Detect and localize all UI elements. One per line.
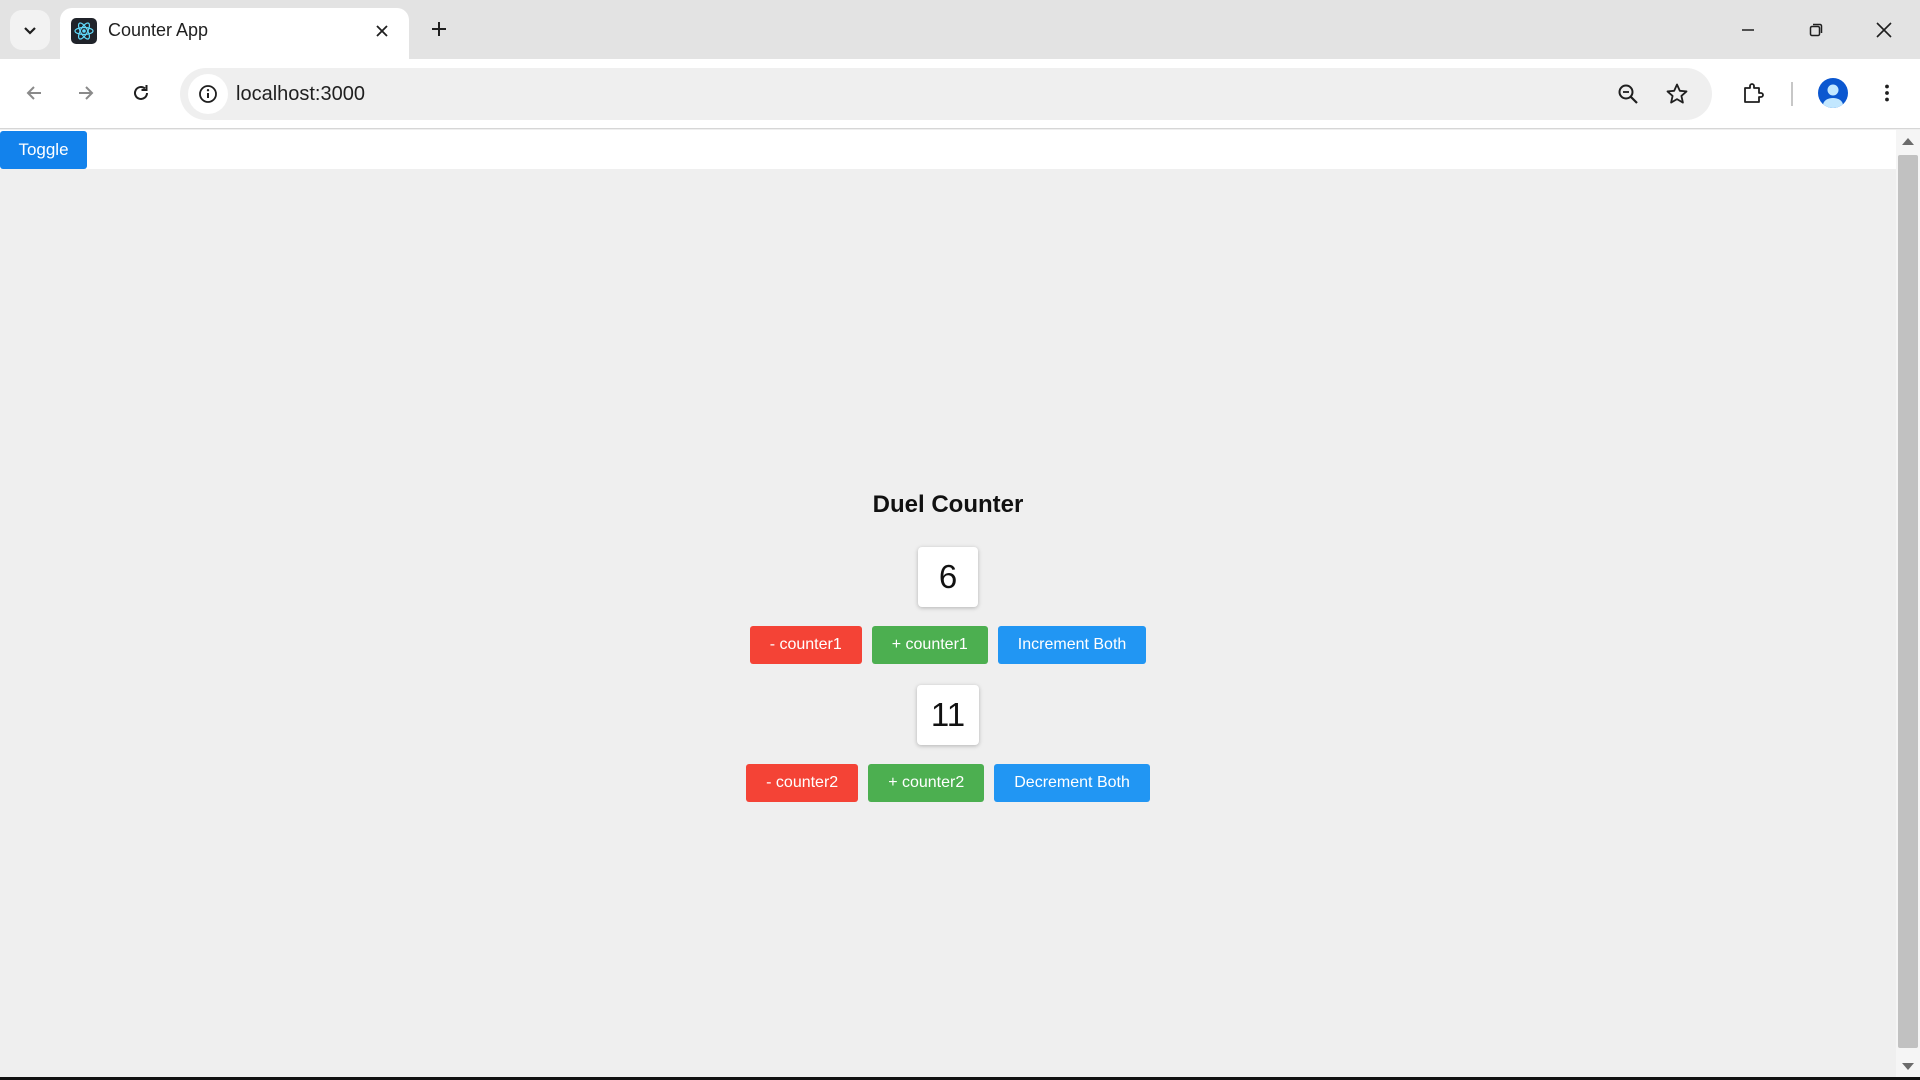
- star-icon: [1666, 83, 1688, 104]
- increment-counter1-button[interactable]: + counter1: [871, 626, 988, 664]
- site-info-button[interactable]: [188, 74, 228, 114]
- counter2-controls: - counter2 + counter2 Decrement Both: [746, 764, 1150, 802]
- close-icon: [1876, 21, 1892, 38]
- reload-button[interactable]: [121, 73, 161, 113]
- chevron-down-icon: [24, 27, 36, 35]
- close-window-button[interactable]: [1850, 0, 1918, 59]
- toggle-button[interactable]: Toggle: [0, 131, 87, 169]
- increment-both-button[interactable]: Increment Both: [997, 626, 1147, 664]
- zoom-out-icon: [1618, 84, 1638, 104]
- avatar-icon: [1818, 78, 1848, 108]
- minimize-icon: [1742, 28, 1754, 31]
- browser-menu-button[interactable]: [1867, 73, 1907, 113]
- counter1-value: 6: [918, 547, 978, 607]
- active-tab[interactable]: Counter App: [60, 8, 409, 59]
- extensions-button[interactable]: [1733, 73, 1773, 113]
- restore-icon: [1809, 23, 1823, 36]
- scroll-down-icon[interactable]: [1902, 1063, 1914, 1070]
- info-icon: [199, 85, 217, 103]
- arrow-right-icon: [79, 86, 94, 100]
- back-button[interactable]: [14, 73, 54, 113]
- forward-button[interactable]: [66, 73, 106, 113]
- scroll-up-icon[interactable]: [1902, 138, 1914, 145]
- tab-title: Counter App: [108, 20, 209, 40]
- scroll-thumb[interactable]: [1898, 155, 1918, 1048]
- url-text[interactable]: localhost:3000: [236, 83, 365, 106]
- tab-close-button[interactable]: [369, 18, 395, 44]
- address-bar[interactable]: localhost:3000: [180, 68, 1712, 120]
- tab-search-button[interactable]: [10, 10, 50, 50]
- puzzle-icon: [1744, 83, 1764, 103]
- top-strip: Toggle: [0, 130, 1896, 169]
- tab-bar: Counter App: [0, 0, 1920, 59]
- reload-icon: [134, 85, 148, 100]
- counter2-value: 11: [916, 685, 980, 745]
- browser-toolbar: localhost:3000: [0, 59, 1920, 129]
- bookmark-button[interactable]: [1659, 76, 1695, 112]
- counter-app: Duel Counter 6 - counter1 + counter1 Inc…: [0, 485, 1896, 802]
- restore-button[interactable]: [1782, 0, 1850, 59]
- increment-counter2-button[interactable]: + counter2: [868, 764, 985, 802]
- page-viewport: Toggle Duel Counter 6 - counter1 + count…: [0, 130, 1896, 1078]
- zoom-button[interactable]: [1610, 76, 1646, 112]
- profile-button[interactable]: [1813, 73, 1853, 113]
- minimize-button[interactable]: [1714, 0, 1782, 59]
- toolbar-divider: [1791, 82, 1793, 106]
- new-tab-button[interactable]: [422, 12, 456, 46]
- decrement-counter2-button[interactable]: - counter2: [746, 764, 859, 802]
- arrow-left-icon: [26, 86, 41, 100]
- decrement-counter1-button[interactable]: - counter1: [749, 626, 862, 664]
- plus-icon: [432, 22, 446, 36]
- close-icon: [376, 25, 388, 37]
- kebab-menu-icon: [1885, 84, 1889, 102]
- react-atom-icon: [71, 18, 97, 44]
- counter1-controls: - counter1 + counter1 Increment Both: [749, 626, 1147, 664]
- decrement-both-button[interactable]: Decrement Both: [994, 764, 1150, 802]
- page-title: Duel Counter: [872, 491, 1024, 518]
- page-scrollbar[interactable]: [1896, 130, 1920, 1078]
